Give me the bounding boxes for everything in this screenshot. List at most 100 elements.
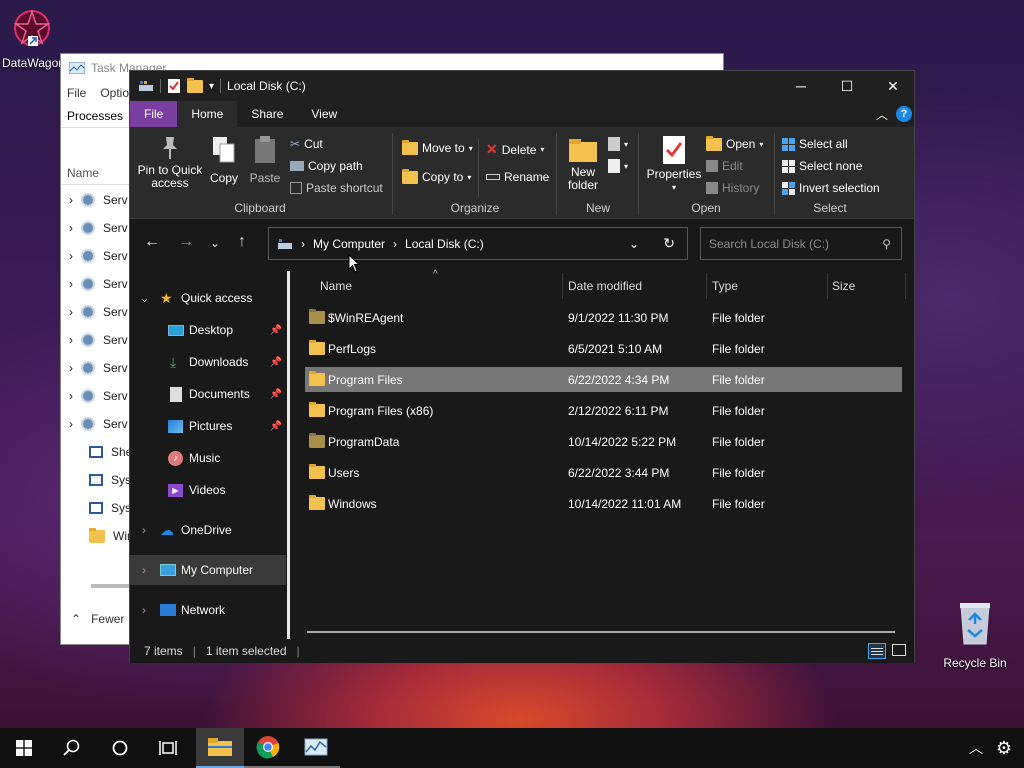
chevron-right-icon[interactable]: › bbox=[69, 221, 73, 235]
chevron-right-icon[interactable]: › bbox=[69, 193, 73, 207]
taskbar-file-explorer[interactable] bbox=[196, 728, 244, 768]
search-box[interactable]: Search Local Disk (C:) ⚲ bbox=[700, 227, 902, 260]
column-header-size[interactable]: Size bbox=[832, 279, 855, 293]
pin-icon[interactable]: 📌 bbox=[270, 357, 282, 368]
breadcrumb-separator-icon[interactable]: › bbox=[301, 237, 305, 251]
tm-menu-file[interactable]: File bbox=[67, 86, 86, 100]
column-divider[interactable] bbox=[905, 273, 906, 299]
file-row[interactable]: $WinREAgent 9/1/2022 11:30 PM File folde… bbox=[305, 305, 902, 330]
nav-videos[interactable]: ▶ Videos bbox=[130, 475, 286, 505]
pin-icon[interactable]: 📌 bbox=[270, 325, 282, 336]
settings-tray-button[interactable]: ⚙ bbox=[980, 728, 1024, 768]
collapse-ribbon-icon[interactable]: ︿ bbox=[876, 106, 888, 123]
help-icon[interactable]: ? bbox=[896, 106, 912, 122]
copy-path-button[interactable]: Copy path bbox=[290, 159, 363, 173]
chevron-right-icon[interactable]: › bbox=[69, 333, 73, 347]
file-row[interactable]: Users 6/22/2022 3:44 PM File folder bbox=[305, 460, 902, 485]
nav-quick-access[interactable]: ⌄ ★ Quick access bbox=[130, 283, 286, 313]
file-row[interactable]: PerfLogs 6/5/2021 5:10 AM File folder bbox=[305, 336, 902, 361]
tab-share[interactable]: Share bbox=[237, 101, 297, 127]
refresh-icon[interactable]: ↻ bbox=[663, 235, 675, 252]
delete-button[interactable]: ✕ Delete ▾ bbox=[486, 141, 544, 158]
paste-button[interactable]: Paste bbox=[246, 135, 284, 185]
close-button[interactable]: ✕ bbox=[870, 71, 916, 101]
start-button[interactable] bbox=[0, 728, 48, 768]
address-dropdown-icon[interactable]: ⌄ bbox=[629, 237, 639, 251]
new-folder-button[interactable]: New folder bbox=[562, 137, 604, 192]
tm-tab-processes[interactable]: Processes bbox=[67, 109, 123, 123]
tab-home[interactable]: Home bbox=[177, 101, 238, 127]
breadcrumb-my-computer[interactable]: My Computer bbox=[313, 237, 385, 251]
chevron-down-icon[interactable]: ⌄ bbox=[140, 292, 149, 305]
nav-pictures[interactable]: Pictures 📌 bbox=[130, 411, 286, 441]
select-none-button[interactable]: Select none bbox=[782, 159, 862, 173]
chevron-right-icon[interactable]: › bbox=[69, 277, 73, 291]
up-arrow-icon[interactable]: ↑ bbox=[238, 233, 246, 251]
minimize-button[interactable]: ─ bbox=[778, 71, 824, 101]
customize-quick-access-icon[interactable]: ▾ bbox=[209, 81, 214, 92]
navigation-pane[interactable]: ⌄ ★ Quick access Desktop 📌 ⤓ Downloads 📌… bbox=[130, 271, 290, 639]
column-divider[interactable] bbox=[562, 273, 563, 299]
column-header-name[interactable]: Name bbox=[320, 279, 352, 293]
navigation-pane-scrollbar[interactable] bbox=[287, 271, 290, 639]
chevron-right-icon[interactable]: › bbox=[69, 305, 73, 319]
recent-locations-chevron-icon[interactable]: ⌄ bbox=[210, 236, 220, 250]
nav-my-computer[interactable]: › My Computer bbox=[130, 555, 286, 585]
nav-downloads[interactable]: ⤓ Downloads 📌 bbox=[130, 347, 286, 377]
properties-button[interactable]: Properties ▾ bbox=[644, 135, 704, 194]
tab-view[interactable]: View bbox=[297, 101, 351, 127]
copy-button[interactable]: Copy bbox=[206, 135, 242, 185]
details-view-icon[interactable] bbox=[868, 643, 886, 659]
new-folder-quick-icon[interactable] bbox=[187, 77, 203, 93]
column-header-date[interactable]: Date modified bbox=[568, 279, 642, 293]
chevron-right-icon[interactable]: › bbox=[69, 249, 73, 263]
tm-name-header[interactable]: Name bbox=[67, 166, 99, 180]
tab-file[interactable]: File bbox=[130, 101, 178, 127]
new-item-button[interactable]: ▾ bbox=[608, 137, 628, 151]
address-bar[interactable]: › My Computer › Local Disk (C:) ⌄ ↻ bbox=[268, 227, 688, 260]
column-divider[interactable] bbox=[827, 273, 828, 299]
chevron-right-icon[interactable]: › bbox=[69, 417, 73, 431]
easy-access-button[interactable]: ▾ bbox=[608, 159, 628, 173]
cut-button[interactable]: ✂ Cut bbox=[290, 137, 323, 151]
open-button[interactable]: Open ▾ bbox=[706, 135, 763, 151]
pin-to-quick-access-button[interactable]: Pin to Quick access bbox=[136, 135, 204, 190]
chevron-right-icon[interactable]: › bbox=[142, 563, 146, 577]
select-all-button[interactable]: Select all bbox=[782, 137, 848, 151]
forward-arrow-icon[interactable]: → bbox=[178, 233, 194, 251]
chevron-right-icon[interactable]: › bbox=[69, 389, 73, 403]
tm-menu-options[interactable]: Optio bbox=[100, 86, 129, 100]
breadcrumb-separator-icon[interactable]: › bbox=[393, 237, 397, 251]
breadcrumb-local-disk[interactable]: Local Disk (C:) bbox=[405, 237, 484, 251]
recycle-bin-desktop-icon[interactable]: Recycle Bin bbox=[940, 600, 1010, 670]
tm-fewer-details[interactable]: ⌃ Fewer bbox=[71, 612, 124, 626]
search-button[interactable] bbox=[48, 728, 96, 768]
pin-icon[interactable]: 📌 bbox=[270, 389, 282, 400]
task-view-button[interactable] bbox=[144, 728, 192, 768]
nav-desktop[interactable]: Desktop 📌 bbox=[130, 315, 286, 345]
history-button[interactable]: History bbox=[706, 181, 759, 195]
nav-network[interactable]: › Network bbox=[130, 595, 286, 625]
taskbar-chrome[interactable] bbox=[244, 728, 292, 768]
taskbar-task-manager[interactable] bbox=[292, 728, 340, 768]
rename-button[interactable]: Rename bbox=[486, 170, 549, 184]
file-row[interactable]: ProgramData 10/14/2022 5:22 PM File fold… bbox=[305, 429, 902, 454]
nav-onedrive[interactable]: › ☁ OneDrive bbox=[130, 515, 286, 545]
datawagon-desktop-icon[interactable]: DataWagor bbox=[2, 8, 62, 70]
nav-documents[interactable]: Documents 📌 bbox=[130, 379, 286, 409]
column-divider[interactable] bbox=[706, 273, 707, 299]
file-row[interactable]: Program Files (x86) 2/12/2022 6:11 PM Fi… bbox=[305, 398, 902, 423]
tm-scrollbar[interactable] bbox=[91, 584, 131, 588]
copy-to-button[interactable]: Copy to ▾ bbox=[402, 168, 471, 184]
file-row-selected[interactable]: Program Files 6/22/2022 4:34 PM File fol… bbox=[305, 367, 902, 392]
properties-check-icon[interactable] bbox=[167, 78, 181, 94]
back-arrow-icon[interactable]: ← bbox=[144, 233, 160, 251]
maximize-button[interactable]: ☐ bbox=[824, 71, 870, 101]
file-list[interactable]: ^ Name Date modified Type Size $WinREAge… bbox=[305, 269, 910, 639]
move-to-button[interactable]: Move to ▾ bbox=[402, 139, 473, 155]
edit-button[interactable]: Edit bbox=[706, 159, 743, 173]
pin-icon[interactable]: 📌 bbox=[270, 421, 282, 432]
chevron-right-icon[interactable]: › bbox=[142, 523, 146, 537]
nav-music[interactable]: ♪ Music bbox=[130, 443, 286, 473]
invert-selection-button[interactable]: Invert selection bbox=[782, 181, 880, 195]
